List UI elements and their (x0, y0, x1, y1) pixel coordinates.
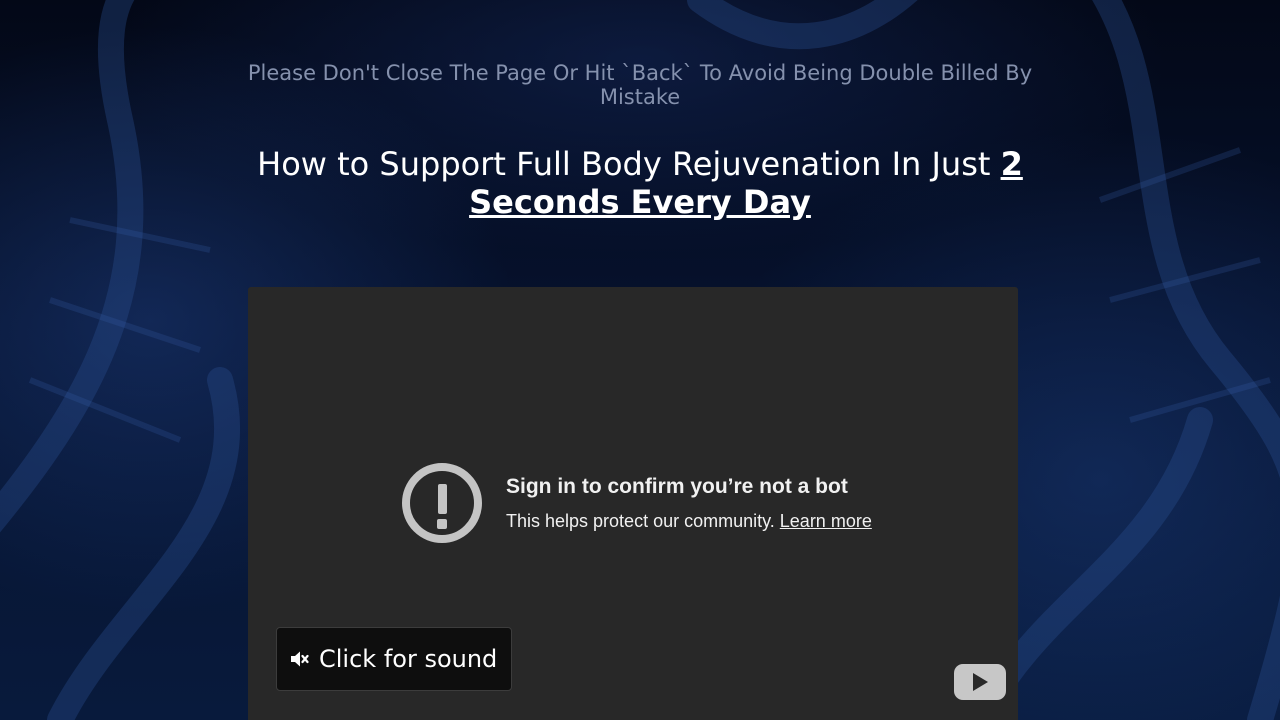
muted-speaker-icon (289, 649, 309, 669)
youtube-logo-icon[interactable] (954, 664, 1006, 700)
billing-warning: Please Don't Close The Page Or Hit `Back… (247, 61, 1033, 109)
sound-button-label: Click for sound (319, 645, 498, 673)
alert-icon (402, 463, 482, 543)
notice-text: This helps protect our community. (506, 511, 780, 531)
notice-title: Sign in to confirm you’re not a bot (506, 475, 848, 498)
bot-check-notice: Sign in to confirm you’re not a bot This… (402, 463, 872, 543)
headline-text: How to Support Full Body Rejuvenation In… (257, 145, 1001, 183)
notice-text-row: This helps protect our community. Learn … (506, 510, 872, 532)
click-for-sound-button[interactable]: Click for sound (276, 627, 512, 691)
page-headline: How to Support Full Body Rejuvenation In… (220, 145, 1060, 221)
video-player[interactable]: Sign in to confirm you’re not a bot This… (248, 287, 1018, 720)
learn-more-link[interactable]: Learn more (780, 511, 872, 531)
